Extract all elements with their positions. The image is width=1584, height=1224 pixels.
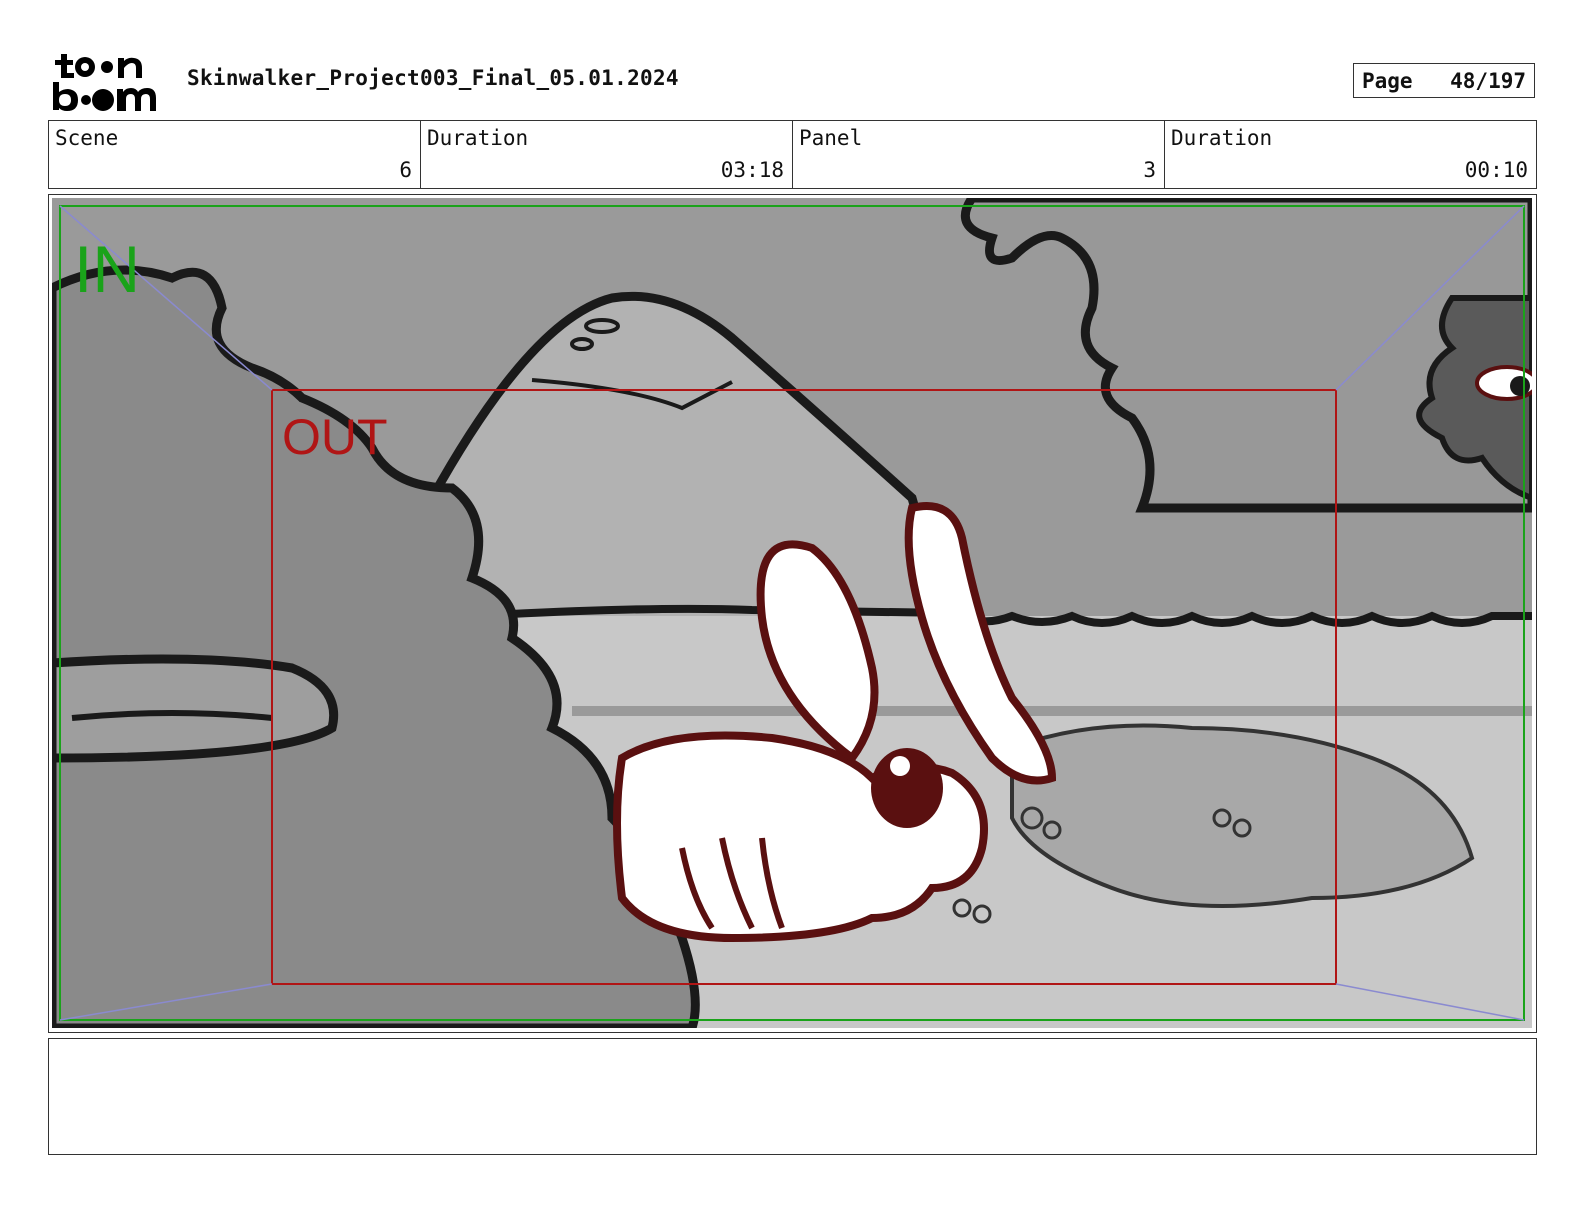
scene-duration-label: Duration xyxy=(427,126,529,150)
panel-drawing: IN OUT xyxy=(52,198,1532,1028)
camera-out-label: OUT xyxy=(282,409,388,465)
panel-duration-cell: Duration 00:10 xyxy=(1165,121,1536,188)
storyboard-panel: IN OUT xyxy=(48,194,1537,1033)
toonboom-logo xyxy=(52,50,164,112)
scene-cell: Scene 6 xyxy=(49,121,421,188)
scene-value: 6 xyxy=(399,158,412,182)
scene-duration-cell: Duration 03:18 xyxy=(421,121,793,188)
panel-notes xyxy=(48,1038,1537,1155)
camera-in-label: IN xyxy=(74,232,140,306)
project-title: Skinwalker_Project003_Final_05.01.2024 xyxy=(187,66,679,90)
page-label: Page xyxy=(1362,68,1413,93)
panel-label: Panel xyxy=(799,126,863,150)
road-edge xyxy=(572,706,1532,716)
page-indicator: Page 48/197 xyxy=(1353,63,1535,98)
panel-cell: Panel 3 xyxy=(793,121,1165,188)
page-number: 48/197 xyxy=(1450,68,1526,93)
scene-duration-value: 03:18 xyxy=(720,158,784,182)
panel-duration-label: Duration xyxy=(1171,126,1273,150)
log xyxy=(52,654,339,763)
panel-duration-value: 00:10 xyxy=(1464,158,1528,182)
scene-label: Scene xyxy=(55,126,119,150)
scene-info-row: Scene 6 Duration 03:18 Panel 3 Duration … xyxy=(48,120,1537,189)
panel-value: 3 xyxy=(1143,158,1156,182)
